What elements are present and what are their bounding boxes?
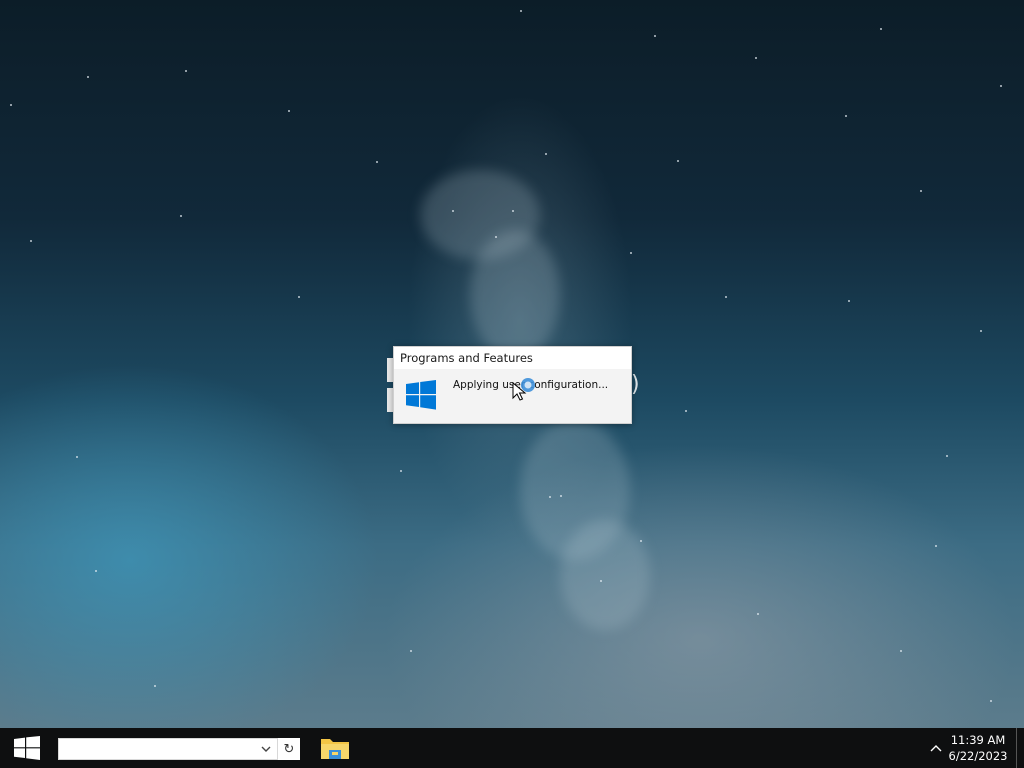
file-explorer-button[interactable]	[316, 732, 354, 764]
chevron-up-icon	[930, 745, 942, 752]
chevron-down-icon[interactable]	[259, 743, 273, 755]
clock-time: 11:39 AM	[950, 733, 1006, 747]
taskbar: ↻ 11:39 AM 6/22/2023	[0, 728, 1024, 768]
refresh-icon: ↻	[283, 741, 295, 757]
start-button[interactable]	[8, 734, 46, 762]
dialog-titlebar[interactable]: Programs and Features	[394, 347, 631, 369]
background-window-fragment: )	[631, 372, 640, 397]
taskbar-search-box[interactable]	[58, 738, 278, 760]
taskbar-clock[interactable]: 11:39 AM 6/22/2023	[946, 732, 1010, 764]
dialog-body: Applying user configuration...	[394, 369, 631, 423]
busy-cursor-icon	[512, 378, 535, 401]
windows-logo-icon	[14, 736, 40, 760]
show-desktop-button[interactable]	[1016, 728, 1017, 768]
clock-date: 6/22/2023	[948, 749, 1008, 763]
programs-and-features-dialog[interactable]: Programs and Features Applying user conf…	[393, 346, 632, 424]
dialog-title: Programs and Features	[400, 351, 533, 365]
file-explorer-icon	[321, 739, 349, 759]
search-input[interactable]	[59, 739, 249, 759]
desktop-wallpaper: ) Programs and Features Applying user co…	[0, 0, 1024, 728]
refresh-button[interactable]: ↻	[278, 738, 300, 760]
show-hidden-icons-button[interactable]	[926, 738, 946, 758]
windows-logo-icon	[406, 380, 436, 410]
